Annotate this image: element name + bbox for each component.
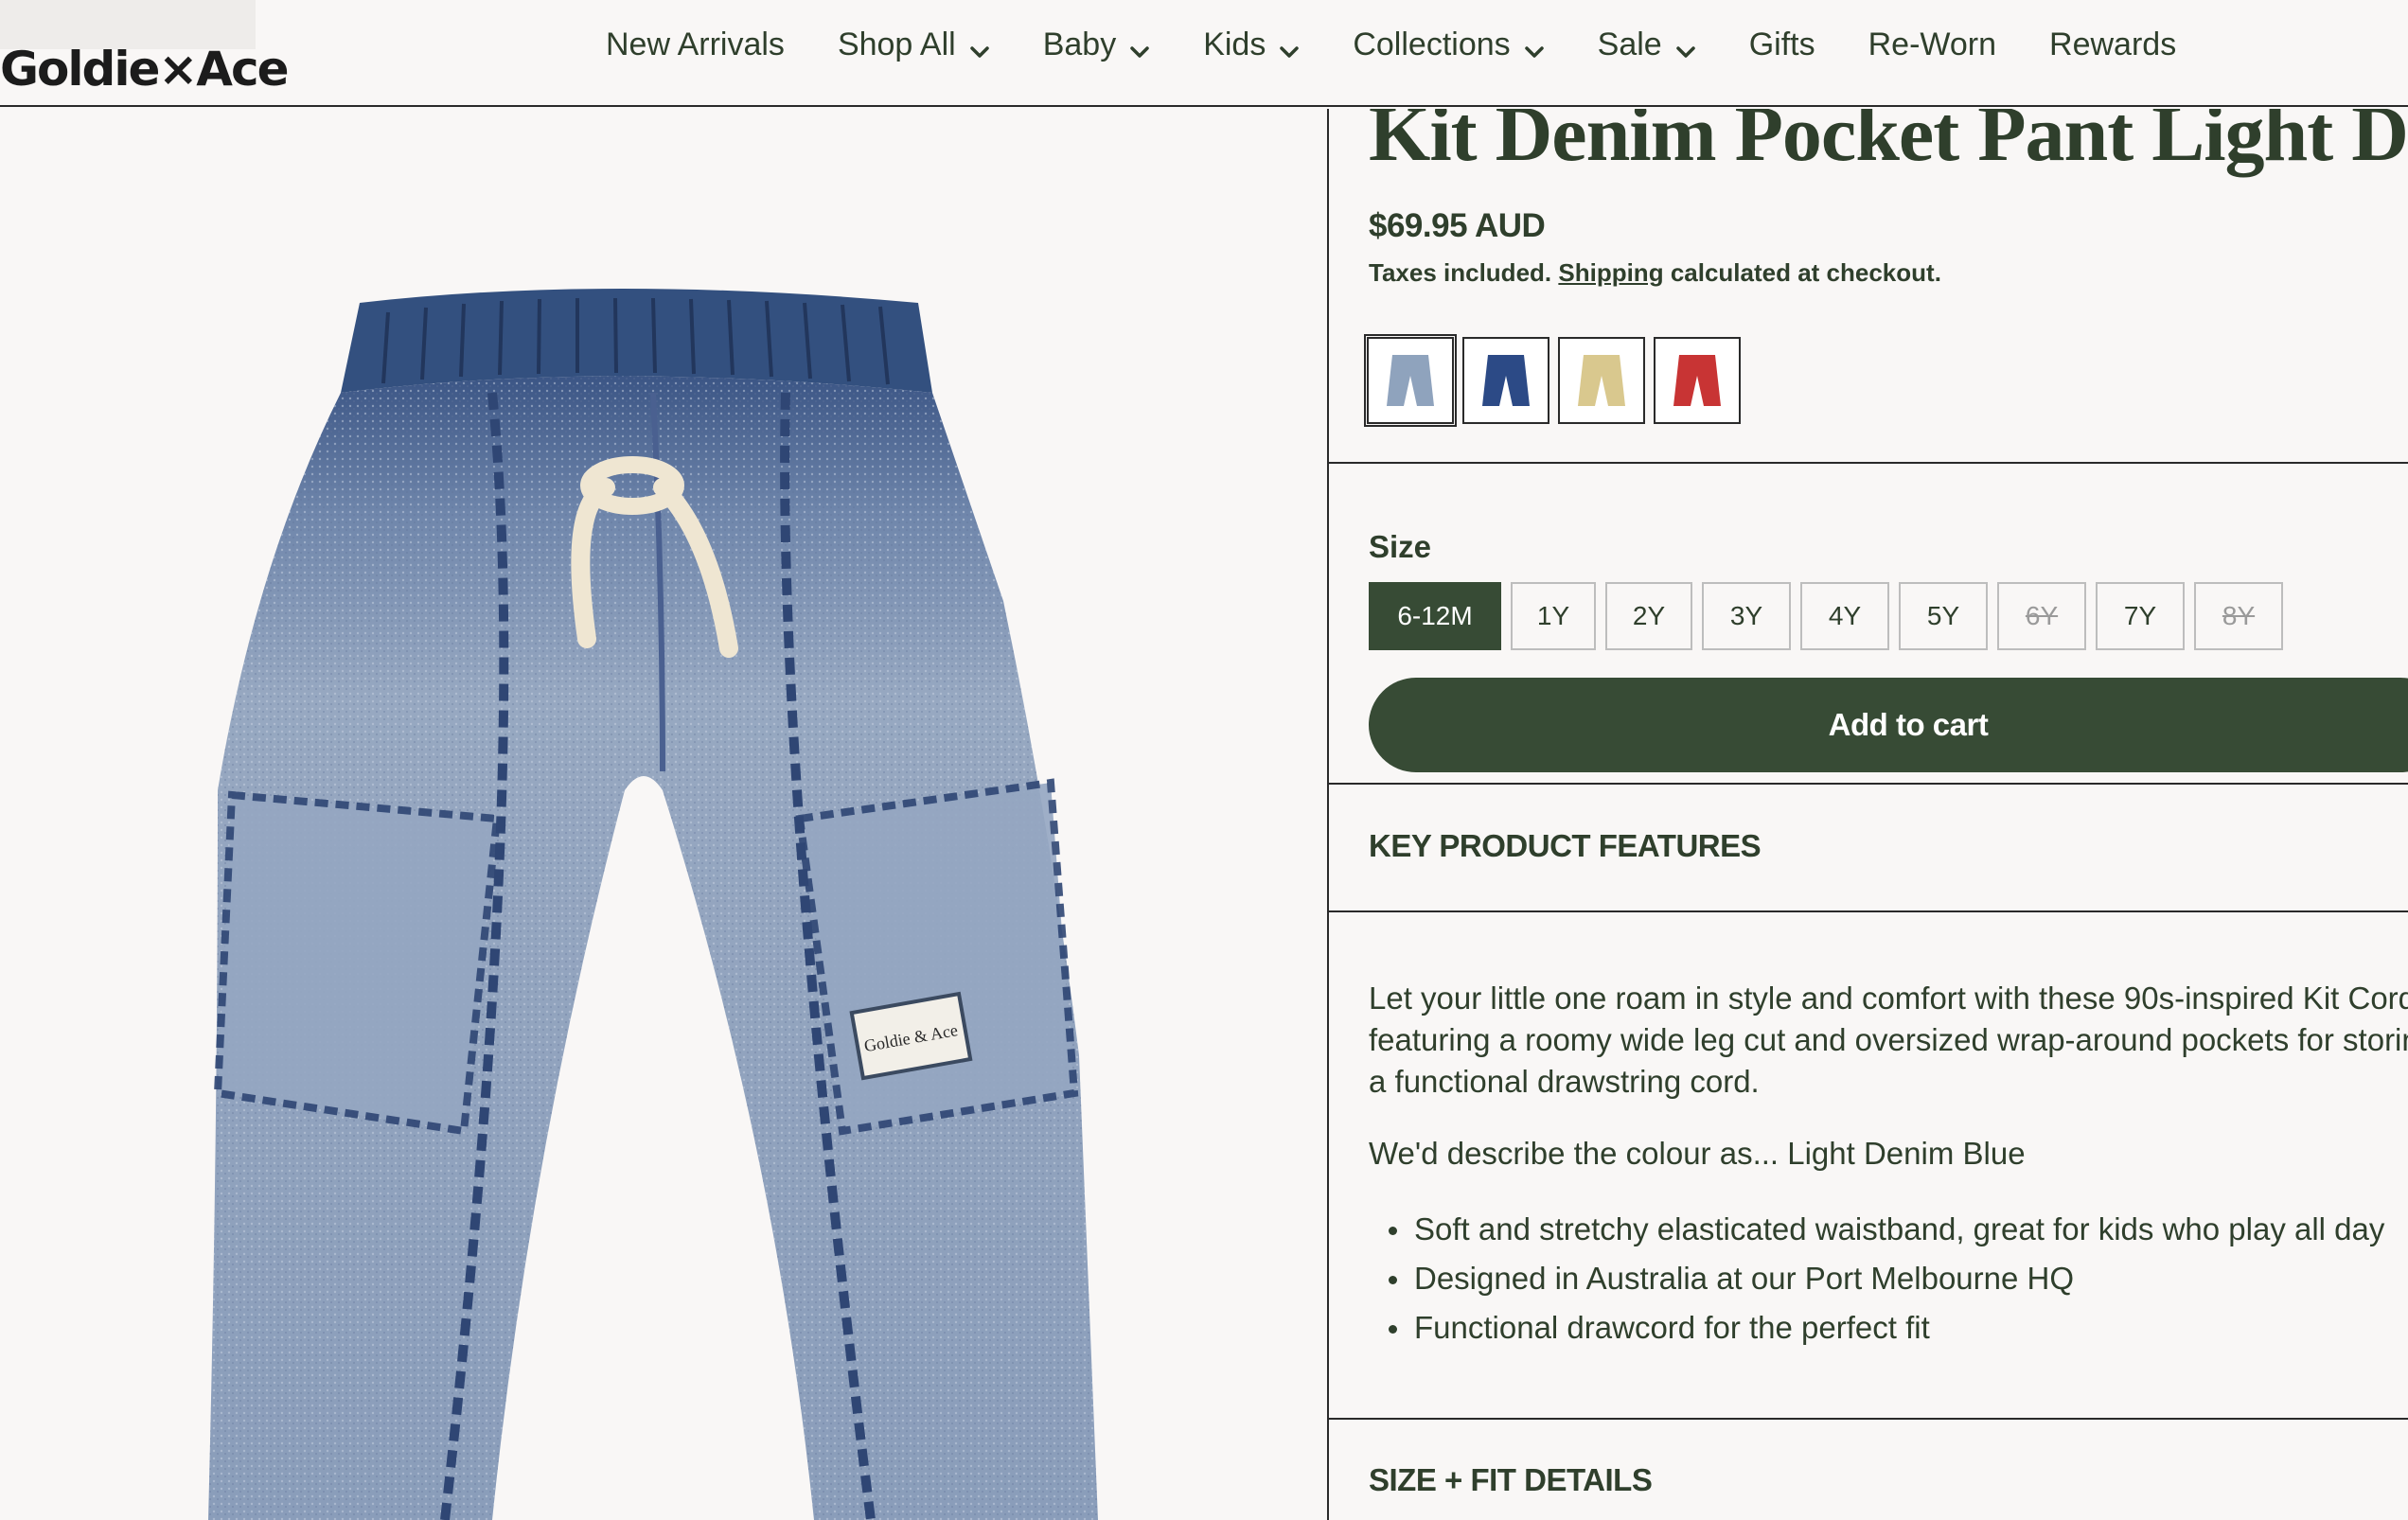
nav-item-baby[interactable]: Baby: [1043, 27, 1151, 63]
size-option-6y[interactable]: 6Y: [1997, 582, 2086, 650]
swatch-dark-denim[interactable]: [1462, 337, 1549, 424]
size-option-5y[interactable]: 5Y: [1899, 582, 1988, 650]
nav-item-label: Collections: [1353, 26, 1511, 62]
site-header: Goldie×Ace New Arrivals Shop All Baby Kids C…: [0, 0, 2408, 107]
divider: [1329, 462, 2408, 464]
size-label: Size: [1369, 529, 1432, 564]
feature-bullet: Functional drawcord for the perfect fit: [1389, 1303, 2408, 1352]
size-option-4y[interactable]: 4Y: [1800, 582, 1889, 650]
feature-bullet: Soft and stretchy elasticated waistband,…: [1389, 1205, 2408, 1254]
nav-item-kids[interactable]: Kids: [1203, 27, 1300, 63]
nav-item-collections[interactable]: Collections: [1353, 27, 1544, 63]
swatch-stripe[interactable]: [1558, 337, 1645, 424]
nav-item-label: New Arrivals: [606, 26, 785, 62]
chevron-down-icon: [969, 34, 990, 58]
nav-item-sale[interactable]: Sale: [1598, 27, 1696, 63]
nav-item-label: Baby: [1042, 26, 1117, 62]
shipping-link[interactable]: Shipping: [1558, 258, 1663, 287]
divider: [1329, 1418, 2408, 1420]
nav-item-label: Shop All: [837, 26, 956, 62]
divider: [1329, 910, 2408, 912]
nav-item-label: Sale: [1597, 26, 1662, 62]
product-image-denim-pants[interactable]: Goldie & Ace: [0, 109, 1325, 1520]
chevron-down-icon: [1524, 34, 1545, 58]
swatch-thumbnail: [1673, 355, 1721, 406]
tax-prefix: Taxes included.: [1369, 258, 1552, 287]
product-title: Kit Denim Pocket Pant Light Denim: [1369, 109, 2408, 178]
nav-item-label: Gifts: [1748, 26, 1815, 62]
size-fit-toggle[interactable]: SIZE + FIT DETAILS: [1369, 1462, 1653, 1498]
swatch-red[interactable]: [1654, 337, 1741, 424]
chevron-down-icon: [1279, 34, 1300, 58]
size-option-1y[interactable]: 1Y: [1511, 582, 1596, 650]
key-features-toggle[interactable]: KEY PRODUCT FEATURES: [1369, 828, 1762, 864]
product-description: Let your little one roam in style and co…: [1369, 978, 2408, 1352]
nav-item-rewards[interactable]: Rewards: [2049, 27, 2176, 63]
color-swatches: [1364, 334, 1749, 427]
size-option-2y[interactable]: 2Y: [1605, 582, 1692, 650]
chevron-down-icon: [1675, 34, 1696, 58]
feature-list: Soft and stretchy elasticated waistband,…: [1369, 1205, 2408, 1352]
nav-item-shop-all[interactable]: Shop All: [838, 27, 990, 63]
nav-item-label: Re-Worn: [1868, 26, 1997, 62]
size-option-8y[interactable]: 8Y: [2194, 582, 2283, 650]
chevron-down-icon: [1129, 34, 1150, 58]
swatch-thumbnail: [1578, 355, 1625, 406]
swatch-thumbnail: [1482, 355, 1530, 406]
nav-item-gifts[interactable]: Gifts: [1749, 27, 1815, 63]
swatch-light-denim[interactable]: [1364, 334, 1457, 427]
feature-bullet: Designed in Australia at our Port Melbou…: [1389, 1254, 2408, 1303]
product-price: $69.95 AUD: [1369, 207, 1546, 244]
nav-item-label: Kids: [1203, 26, 1266, 62]
size-selector: 6-12M 1Y 2Y 3Y 4Y 5Y 6Y 7Y 8Y: [1369, 582, 2293, 650]
description-line: a functional drawstring cord.: [1369, 1064, 1760, 1099]
nav-item-re-worn[interactable]: Re-Worn: [1868, 27, 1996, 63]
colour-description: We'd describe the colour as... Light Den…: [1369, 1136, 2026, 1171]
add-to-cart-button[interactable]: Add to cart: [1369, 678, 2408, 772]
description-text: Let your little one roam in style and co…: [1369, 978, 2408, 1103]
nav-item-new-arrivals[interactable]: New Arrivals: [606, 27, 785, 63]
tax-suffix: calculated at checkout.: [1670, 258, 1941, 287]
nav-item-label: Rewards: [2049, 26, 2177, 62]
main-nav: New Arrivals Shop All Baby Kids Collections S…: [606, 21, 2229, 68]
description-line: featuring a roomy wide leg cut and overs…: [1369, 1022, 2408, 1057]
swatch-thumbnail: [1387, 355, 1434, 406]
brand-logo[interactable]: Goldie×Ace: [0, 45, 290, 93]
divider: [1329, 783, 2408, 785]
size-option-3y[interactable]: 3Y: [1702, 582, 1791, 650]
description-line: Let your little one roam in style and co…: [1369, 981, 2408, 1016]
size-option-6-12m[interactable]: 6-12M: [1369, 582, 1501, 650]
tax-note: Taxes included. Shipping calculated at c…: [1369, 258, 1941, 288]
product-info-panel: Kit Denim Pocket Pant Light Denim $69.95…: [1327, 109, 2408, 1520]
product-gallery: Goldie & Ace: [0, 109, 1325, 1520]
size-option-7y[interactable]: 7Y: [2096, 582, 2185, 650]
